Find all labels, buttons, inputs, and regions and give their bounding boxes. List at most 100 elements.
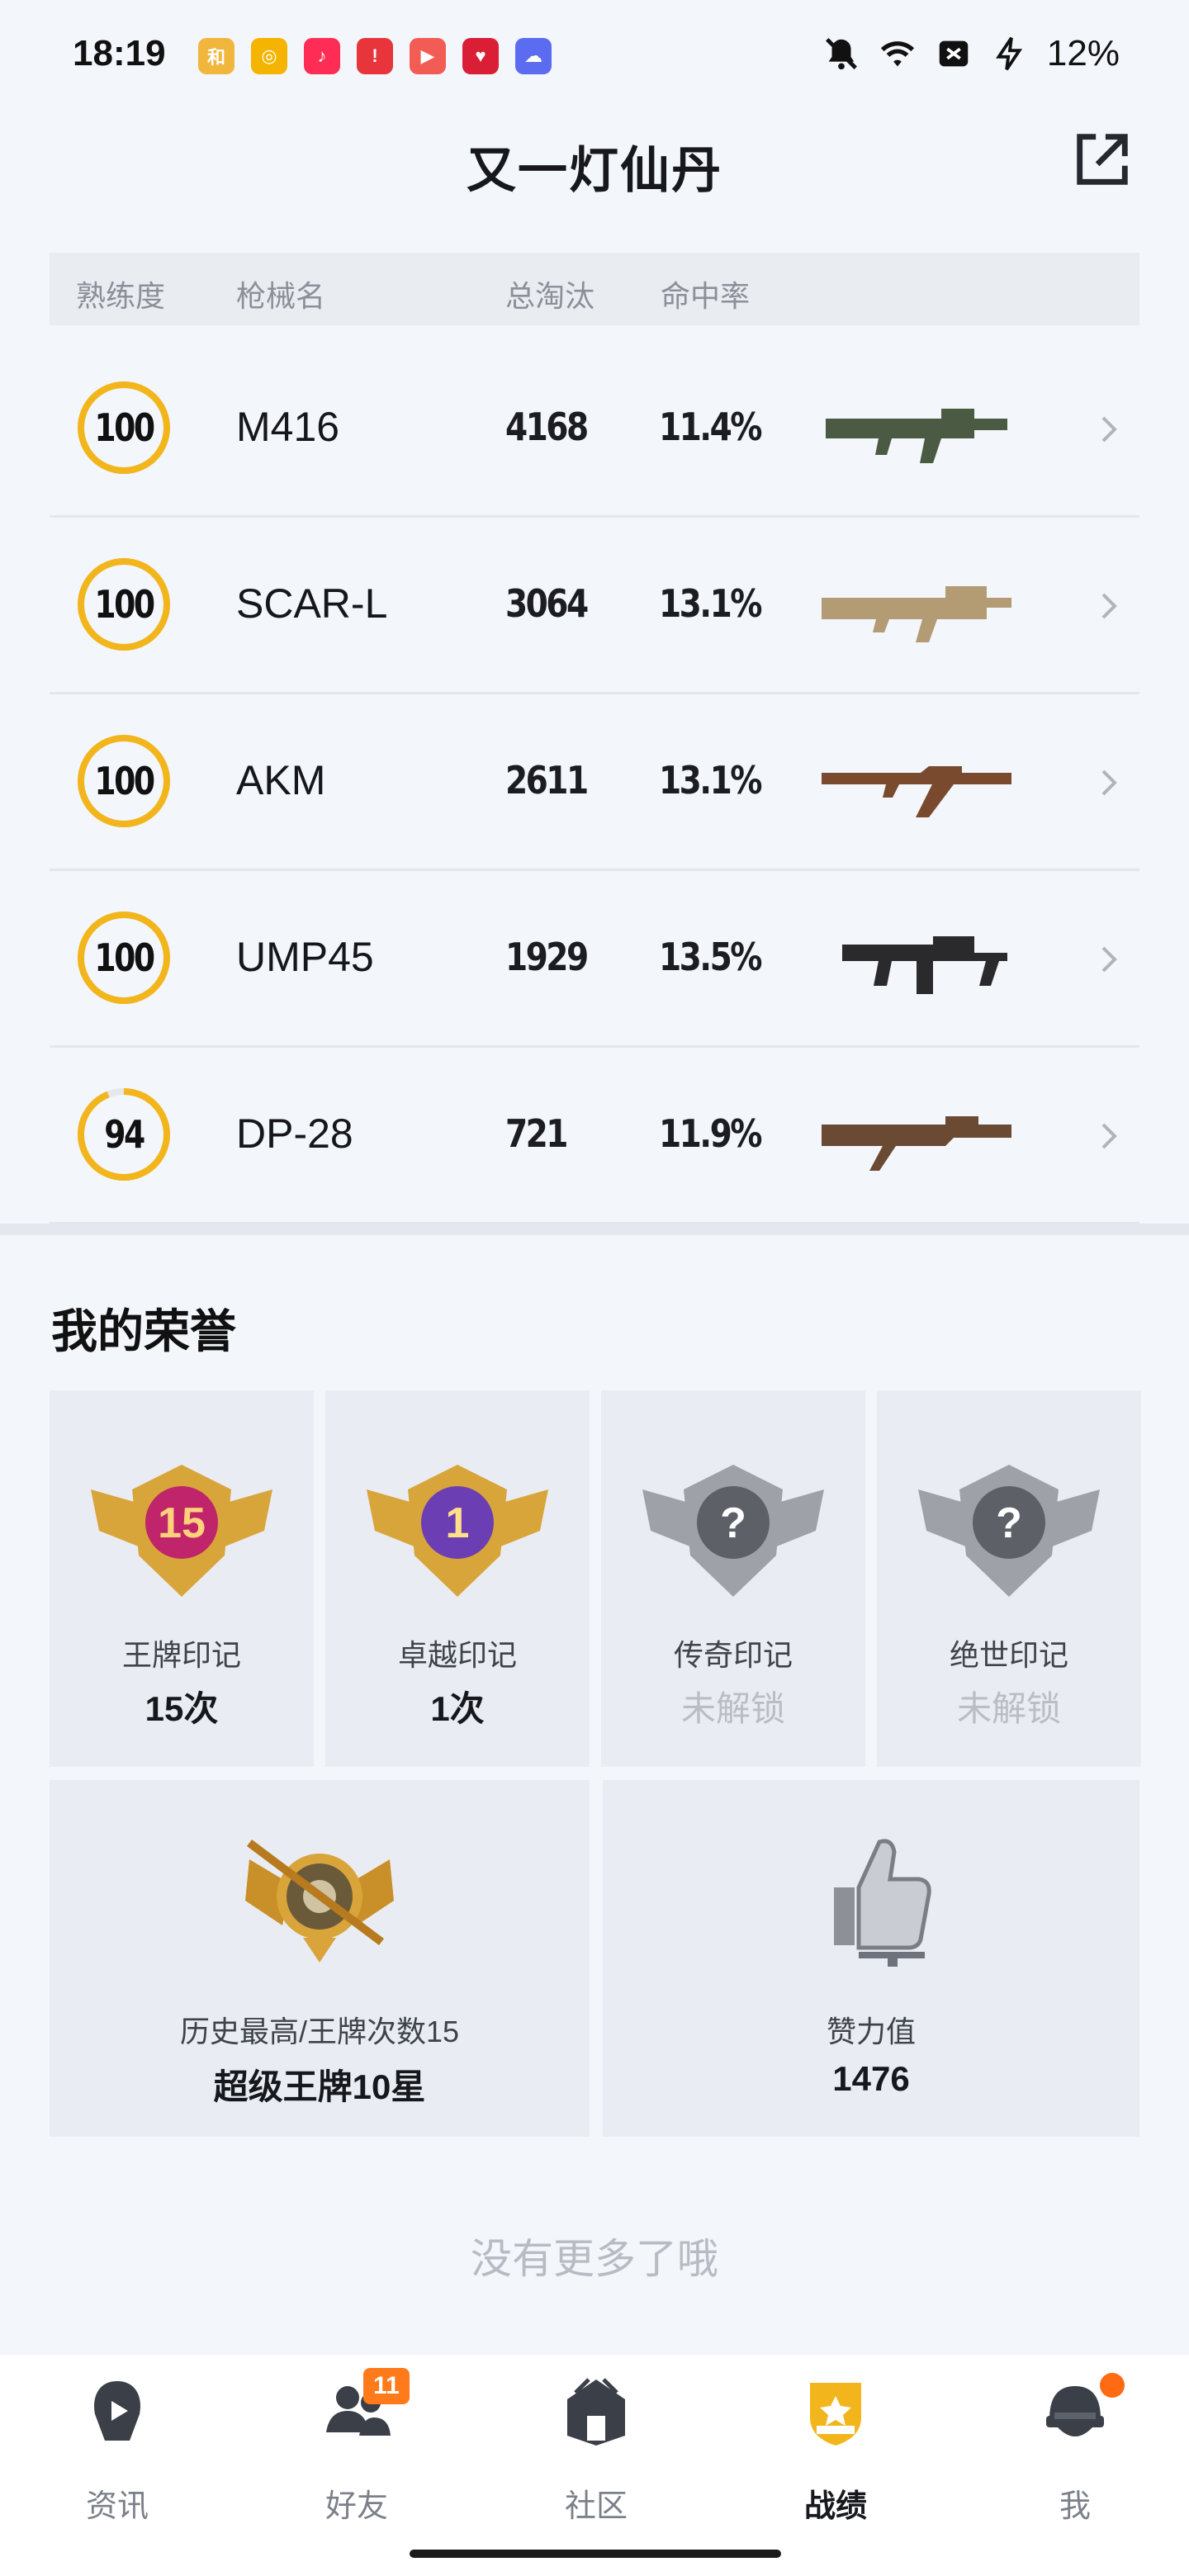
- mastery-value: 100: [94, 759, 155, 803]
- legend-mark-badge-icon: ?: [642, 1465, 824, 1597]
- honor-mark-locked-status: 未解锁: [680, 1689, 785, 1728]
- honor-mark-count: 1次: [430, 1689, 485, 1728]
- hit-rate: 11.9%: [659, 1111, 762, 1156]
- honor-mark-count: 15次: [144, 1689, 219, 1728]
- super-ace-badge-icon: [245, 1840, 394, 1963]
- charging-icon: [995, 36, 1023, 71]
- kill-count: 2611: [505, 758, 589, 803]
- chevron-right-icon[interactable]: [1097, 590, 1121, 623]
- music-note-icon: ♪: [304, 38, 340, 74]
- tab-label: 社区: [564, 2489, 628, 2524]
- best-rank-value: 超级王牌10星: [213, 2067, 426, 2106]
- weapon-row[interactable]: 100 AKM 2611 13.1%: [50, 694, 1139, 871]
- honor-mark-locked-status: 未解锁: [956, 1689, 1061, 1728]
- honor-mark-label: 绝世印记: [949, 1638, 1068, 1672]
- tab-label: 我: [1059, 2489, 1091, 2524]
- akm-rifle-icon: [822, 766, 1011, 817]
- badge-number: ?: [996, 1499, 1022, 1547]
- weapon-row[interactable]: 94 DP-28 721 11.9%: [50, 1047, 1139, 1224]
- mastery-value: 100: [94, 405, 155, 450]
- honor-mark-label: 卓越印记: [397, 1638, 517, 1672]
- excellence-mark-badge-icon: 1: [367, 1465, 548, 1597]
- shopping-app-icon: ♥: [462, 38, 499, 74]
- mastery-value: 100: [94, 582, 155, 627]
- badge-number: 15: [158, 1499, 206, 1547]
- honor-mark-label: 王牌印记: [121, 1638, 241, 1672]
- honors-title: 我的荣誉: [51, 1305, 236, 1357]
- end-of-list-text: 没有更多了哦: [471, 2236, 718, 2282]
- header-hit-rate: 命中率: [661, 279, 751, 313]
- battery-level: 12%: [1046, 33, 1120, 73]
- gun-name: AKM: [236, 757, 326, 803]
- likes-card[interactable]: 赞力值 1476: [603, 1780, 1139, 2137]
- weapon-table-header: 熟练度 枪械名 总淘汰 命中率: [50, 253, 1139, 325]
- music-disc-icon: ◎: [251, 38, 287, 74]
- gun-name: UMP45: [236, 934, 374, 980]
- peerless-mark-badge-icon: ?: [918, 1465, 1100, 1597]
- bottom-tab-bar: 资讯 11 好友 社区 战绩 我: [0, 2355, 1189, 2576]
- ace-mark-badge-icon: 15: [91, 1465, 272, 1597]
- dp-28-lmg-icon: [822, 1116, 1011, 1171]
- notification-icons: 和 ◎ ♪! ▶ ♥ ☁: [198, 38, 552, 74]
- tab-record[interactable]: 战绩: [761, 2375, 910, 2540]
- m416-rifle-icon: [826, 409, 1007, 463]
- weapon-row[interactable]: 100 M416 4168 11.4%: [50, 340, 1139, 518]
- honor-mark-card[interactable]: 1 卓越印记 1次: [325, 1390, 590, 1767]
- tab-label: 战绩: [803, 2489, 867, 2524]
- mute-bell-icon: [825, 38, 857, 70]
- honor-mark-card[interactable]: ? 传奇印记未解锁: [601, 1390, 865, 1767]
- chevron-right-icon[interactable]: [1097, 766, 1121, 799]
- kill-count: 4168: [505, 405, 589, 449]
- tab-label: 好友: [324, 2489, 388, 2524]
- status-time: 18:19: [73, 33, 166, 73]
- status-bar: 18:19 和 ◎ ♪! ▶ ♥ ☁ 12%: [0, 0, 1189, 107]
- unread-dot: [1100, 2373, 1125, 2398]
- page-title: 又一灯仙丹: [467, 143, 722, 198]
- hit-rate: 13.5%: [659, 935, 762, 979]
- header-kills: 总淘汰: [505, 279, 595, 313]
- best-rank-card[interactable]: 历史最高/王牌次数15 超级王牌10星: [50, 1780, 590, 2137]
- hit-rate: 13.1%: [659, 581, 762, 626]
- likes-value: 1476: [832, 2059, 910, 2098]
- best-rank-label: 历史最高/王牌次数15: [179, 2015, 460, 2048]
- weather-app-icon: ☁: [515, 38, 552, 74]
- likes-label: 赞力值: [826, 2015, 916, 2048]
- chevron-right-icon[interactable]: [1097, 413, 1121, 446]
- share-icon[interactable]: [1070, 127, 1135, 192]
- tab-news[interactable]: 资讯: [43, 2375, 192, 2540]
- chevron-right-icon[interactable]: [1097, 943, 1121, 976]
- gun-name: SCAR-L: [236, 580, 388, 627]
- notification-badge: 11: [363, 2368, 410, 2404]
- kill-count: 3064: [505, 581, 589, 626]
- alert-app-icon: !: [357, 38, 393, 74]
- section-divider: [0, 1224, 1189, 1235]
- wifi-icon: [880, 41, 915, 67]
- badge-number: 1: [446, 1499, 470, 1547]
- tab-label: 资讯: [85, 2489, 149, 2524]
- gun-name: DP-28: [236, 1110, 353, 1157]
- header-mastery: 熟练度: [76, 279, 166, 313]
- hit-rate: 11.4%: [659, 405, 762, 449]
- home-indicator[interactable]: [410, 2550, 781, 2558]
- thumbs-up-icon: [834, 1839, 931, 1967]
- honor-mark-label: 传奇印记: [673, 1638, 793, 1672]
- header-gun-name: 枪械名: [236, 279, 326, 313]
- honor-mark-card[interactable]: 15 王牌印记 15次: [50, 1390, 314, 1767]
- tab-profile[interactable]: 我: [1001, 2373, 1149, 2540]
- tab-community[interactable]: 社区: [522, 2375, 670, 2540]
- chevron-right-icon[interactable]: [1097, 1120, 1121, 1153]
- honor-mark-card[interactable]: ? 绝世印记未解锁: [877, 1390, 1141, 1767]
- weapon-row[interactable]: 100 SCAR-L 3064 13.1%: [50, 517, 1139, 694]
- no-sim-icon: [939, 40, 969, 67]
- news-icon: [94, 2381, 140, 2441]
- tab-friends[interactable]: 11 好友: [282, 2368, 431, 2540]
- kill-count: 1929: [505, 935, 589, 979]
- weapon-row[interactable]: 100 UMP45 1929 13.5%: [50, 870, 1139, 1048]
- kill-count: 721: [505, 1111, 569, 1156]
- game-app-icon: 和: [198, 38, 234, 74]
- gun-name: M416: [236, 404, 340, 450]
- badge-number: ?: [720, 1499, 746, 1547]
- play-app-icon: ▶: [410, 38, 446, 74]
- mastery-value: 100: [94, 935, 155, 980]
- hit-rate: 13.1%: [659, 758, 762, 803]
